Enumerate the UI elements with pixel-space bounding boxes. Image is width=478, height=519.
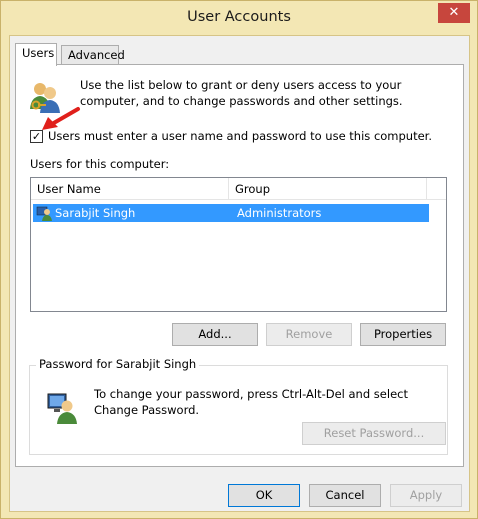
table-row[interactable]: Sarabjit Singh Administrators [33,204,429,222]
properties-button[interactable]: Properties [360,323,446,346]
password-groupbox: Password for Sarabjit Singh To change yo… [29,357,448,455]
password-instructions: To change your password, press Ctrl-Alt-… [94,387,408,417]
apply-button[interactable]: Apply [390,484,462,507]
computer-user-icon [47,393,77,424]
ok-button[interactable]: OK [228,484,300,507]
require-login-option[interactable]: ✓ Users must enter a user name and passw… [30,129,450,145]
list-header: User Name Group [31,178,446,200]
dialog-client-area: Users Advanced Use the list below to gra… [9,35,470,512]
user-row-icon [36,206,52,221]
require-login-checkbox[interactable]: ✓ [30,130,43,143]
tab-users[interactable]: Users [15,43,57,66]
close-button[interactable]: ✕ [438,3,470,23]
column-header-group[interactable]: Group [229,178,427,200]
intro-text: Use the list below to grant or deny user… [80,78,403,108]
row-user-name: Sarabjit Singh [55,206,136,220]
add-user-button[interactable]: Add... [172,323,258,346]
remove-user-button[interactable]: Remove [266,323,352,346]
users-tab-panel: Use the list below to grant or deny user… [15,64,464,467]
title-bar[interactable]: User Accounts ✕ [1,1,477,35]
row-group: Administrators [237,206,322,220]
tab-advanced[interactable]: Advanced [61,45,125,65]
cancel-button[interactable]: Cancel [309,484,381,507]
require-login-label[interactable]: Users must enter a user name and passwor… [48,129,432,143]
users-list[interactable]: User Name Group Sarabjit Singh Administr… [30,177,447,312]
users-list-label: Users for this computer: [30,157,170,171]
reset-password-button[interactable]: Reset Password... [302,422,446,445]
window-title: User Accounts [187,9,291,25]
close-icon: ✕ [448,5,460,20]
column-header-user-name[interactable]: User Name [31,178,229,200]
password-group-title: Password for Sarabjit Singh [36,357,200,371]
user-accounts-window: User Accounts ✕ Users Advanced Use the l… [0,0,478,519]
